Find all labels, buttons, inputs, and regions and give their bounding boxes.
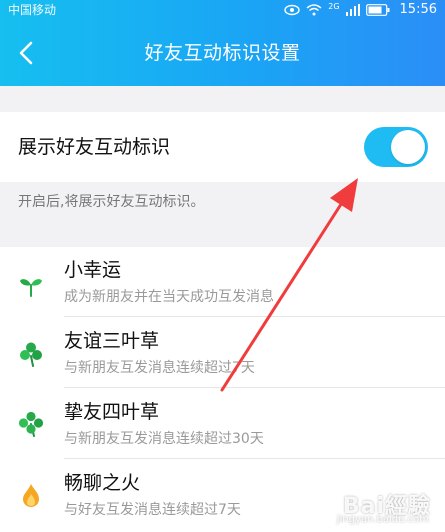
list-item: 挚友四叶草 与新朋友互发消息连续超过30天	[0, 389, 445, 459]
status-time: 15:56	[399, 2, 437, 17]
watermark-url: jingyan.baidu.com	[336, 514, 429, 525]
eye-icon	[284, 4, 300, 16]
clover-four-icon	[18, 411, 44, 437]
status-icons: 2G 15:56	[284, 0, 437, 20]
item-description: 与好友互发消息连续超过7天	[64, 502, 241, 518]
status-bar: 中国移动 2G 15:56	[0, 0, 445, 20]
signal-icon	[345, 4, 360, 16]
sprout-icon	[20, 279, 42, 297]
show-interaction-mark-toggle[interactable]	[364, 127, 428, 167]
toggle-hint-text: 开启后,将展示好友互动标识。	[18, 194, 205, 210]
carrier-name: 中国移动	[8, 3, 57, 17]
divider	[64, 458, 445, 459]
item-title: 小幸运	[64, 259, 122, 281]
toggle-label: 展示好友互动标识	[18, 136, 171, 158]
item-description: 成为新朋友并在当天成功互发消息	[64, 289, 274, 305]
divider	[64, 387, 445, 388]
toggle-knob	[391, 130, 425, 164]
wifi-icon	[306, 4, 322, 16]
clover-three-icon	[20, 342, 42, 367]
item-description: 与新朋友互发消息连续超过30天	[64, 431, 264, 447]
item-title: 友谊三叶草	[64, 330, 160, 352]
item-description: 与新朋友互发消息连续超过7天	[64, 360, 255, 376]
nav-bar: 好友互动标识设置	[0, 20, 445, 86]
divider	[64, 316, 445, 317]
item-title: 畅聊之火	[64, 472, 141, 494]
app-header: 中国移动 2G 15:56 好友互动标识设置	[0, 0, 445, 86]
item-title: 挚友四叶草	[64, 401, 160, 423]
list-item: 小幸运 成为新朋友并在当天成功互发消息	[0, 247, 445, 317]
list-item: 友谊三叶草 与新朋友互发消息连续超过7天	[0, 318, 445, 388]
network-type: 2G	[328, 2, 340, 11]
battery-icon	[365, 4, 390, 16]
page-title: 好友互动标识设置	[144, 42, 301, 64]
flame-icon	[23, 484, 39, 507]
